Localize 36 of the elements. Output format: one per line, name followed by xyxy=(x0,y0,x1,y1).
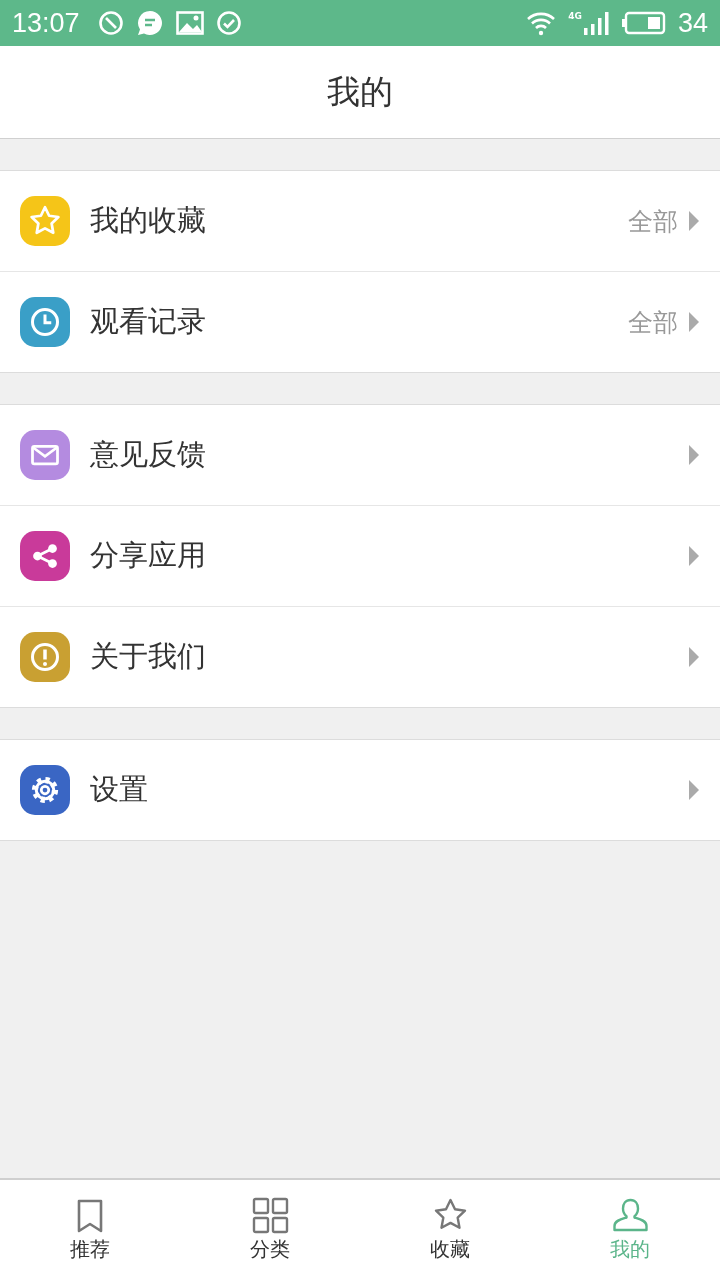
menu-item[interactable]: 观看记录 全部 xyxy=(0,272,720,372)
grid-icon xyxy=(251,1197,289,1234)
wifi-icon xyxy=(526,10,557,36)
menu-label: 关于我们 xyxy=(90,638,207,675)
menu-label: 意见反馈 xyxy=(90,436,207,473)
menu-item[interactable]: 意见反馈 xyxy=(0,405,720,506)
network-type: 4G xyxy=(568,11,582,21)
signal-icon xyxy=(583,11,610,35)
menu-item[interactable]: 我的收藏 全部 xyxy=(0,171,720,272)
menu-item[interactable]: 分享应用 xyxy=(0,506,720,607)
menu-label: 设置 xyxy=(90,771,149,808)
tab[interactable]: 收藏 xyxy=(360,1180,540,1280)
check-circle-icon xyxy=(215,10,242,36)
image-icon xyxy=(175,11,204,35)
page-title: 我的 xyxy=(327,70,393,113)
person-icon xyxy=(611,1197,649,1234)
menu-detail: 全部 xyxy=(628,306,678,339)
chevron-icon xyxy=(688,210,700,232)
battery-percent: 34 xyxy=(677,7,708,39)
menu-label: 分享应用 xyxy=(90,537,207,574)
blocked-icon xyxy=(97,10,124,36)
menu-detail: 全部 xyxy=(628,205,678,238)
chevron-icon xyxy=(688,779,700,801)
tab[interactable]: 推荐 xyxy=(0,1180,180,1280)
menu-label: 我的收藏 xyxy=(90,202,207,239)
menu-item[interactable]: 设置 xyxy=(0,740,720,840)
message-icon xyxy=(135,10,164,36)
battery-icon xyxy=(621,11,666,35)
chevron-icon xyxy=(688,444,700,466)
chevron-icon xyxy=(688,646,700,668)
menu-label: 观看记录 xyxy=(90,303,207,340)
clock-time: 13:07 xyxy=(12,7,80,39)
menu-item[interactable]: 关于我们 xyxy=(0,607,720,707)
tab[interactable]: 分类 xyxy=(180,1180,360,1280)
chevron-icon xyxy=(688,311,700,333)
chevron-icon xyxy=(688,545,700,567)
